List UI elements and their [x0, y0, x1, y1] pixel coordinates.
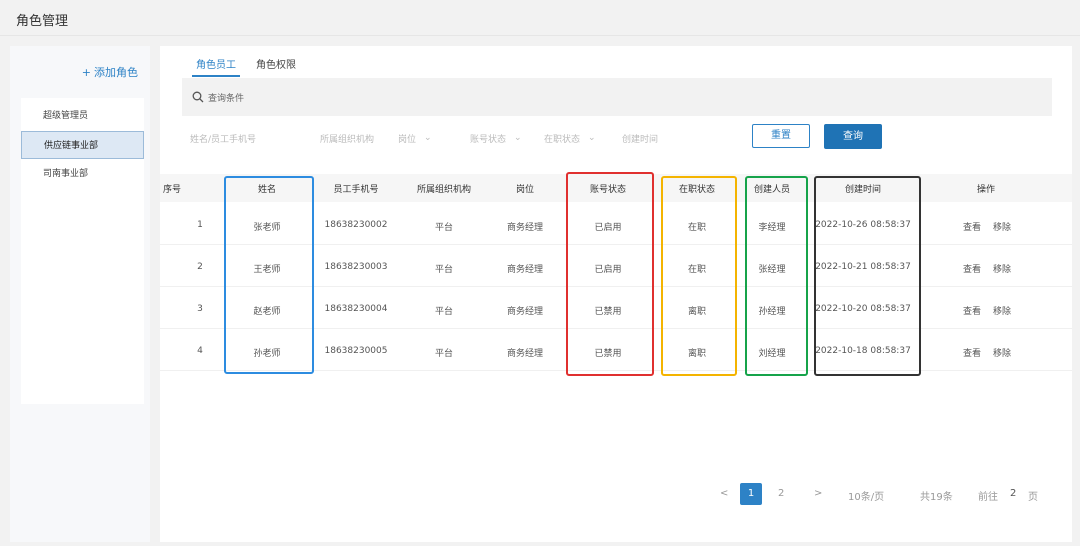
- goto-page-input[interactable]: 2: [1010, 488, 1016, 499]
- cell-index: 1: [197, 220, 203, 230]
- search-label: 查询条件: [208, 93, 245, 104]
- highlight-box-job-status: [661, 176, 737, 376]
- page-size-select[interactable]: 10条/页: [848, 488, 884, 503]
- view-link[interactable]: 查看: [963, 346, 981, 359]
- cell-org: 平台: [434, 349, 454, 359]
- cell-phone: 18638230004: [324, 304, 388, 314]
- col-header-org: 所属组织机构: [416, 185, 472, 195]
- role-item-sinan[interactable]: 司南事业部: [21, 160, 144, 188]
- cell-index: 2: [197, 262, 203, 272]
- remove-link[interactable]: 移除: [993, 346, 1011, 359]
- tab-role-permissions[interactable]: 角色权限: [252, 54, 300, 77]
- page-1-button[interactable]: 1: [740, 483, 762, 505]
- col-header-actions: 操作: [976, 185, 996, 195]
- add-role-button[interactable]: + 添加角色: [82, 64, 138, 80]
- role-list: 超级管理员 供应链事业部 司南事业部: [21, 98, 144, 404]
- tab-bar: 角色员工 角色权限: [192, 54, 300, 77]
- remove-link[interactable]: 移除: [993, 304, 1011, 317]
- role-item-super-admin[interactable]: 超级管理员: [21, 102, 144, 130]
- tab-role-staff[interactable]: 角色员工: [192, 54, 240, 77]
- page-title: 角色管理: [16, 14, 69, 29]
- goto-label: 前往: [978, 492, 998, 503]
- cell-post: 商务经理: [506, 307, 544, 317]
- next-page-button[interactable]: >: [814, 488, 822, 499]
- filter-placeholder: 岗位: [398, 134, 417, 145]
- highlight-box-account-status: [566, 172, 654, 376]
- org-input[interactable]: 所属组织机构: [320, 130, 374, 146]
- highlight-box-name: [224, 176, 314, 374]
- filter-placeholder: 姓名/员工手机号: [190, 134, 257, 145]
- main-content: 角色员工 角色权限 查询条件 姓名/员工手机号 所属组织机构 岗位 ⌄ 账号状态 ⌄…: [160, 46, 1072, 542]
- cell-phone: 18638230005: [324, 346, 388, 356]
- top-bar: 角色管理: [0, 0, 1080, 36]
- total-count-text: 共19条: [920, 492, 953, 503]
- cell-phone: 18638230003: [324, 262, 388, 272]
- highlight-box-creator: [745, 176, 808, 376]
- col-header-phone: 员工手机号: [333, 185, 379, 195]
- filter-placeholder: 在职状态: [544, 134, 581, 145]
- post-select[interactable]: 岗位 ⌄: [398, 130, 432, 146]
- name-phone-input[interactable]: 姓名/员工手机号: [190, 130, 256, 146]
- view-link[interactable]: 查看: [963, 304, 981, 317]
- role-item-label: 供应链事业部: [44, 141, 99, 151]
- filter-placeholder: 所属组织机构: [320, 134, 375, 145]
- created-time-input[interactable]: 创建时间: [622, 130, 658, 146]
- page-2-button[interactable]: 2: [778, 488, 784, 499]
- cell-post: 商务经理: [506, 265, 544, 275]
- remove-link[interactable]: 移除: [993, 262, 1011, 275]
- role-item-label: 司南事业部: [43, 169, 89, 179]
- role-sidebar: + 添加角色 超级管理员 供应链事业部 司南事业部: [10, 46, 150, 542]
- chevron-down-icon: ⌄: [514, 133, 522, 143]
- filter-placeholder: 账号状态: [470, 134, 507, 145]
- prev-page-button[interactable]: <: [720, 488, 728, 499]
- cell-index: 3: [197, 304, 203, 314]
- query-button[interactable]: 查询: [824, 124, 882, 149]
- col-header-index: 序号: [162, 185, 182, 195]
- account-status-select[interactable]: 账号状态 ⌄: [470, 130, 522, 146]
- filter-placeholder: 创建时间: [622, 134, 659, 145]
- reset-button[interactable]: 重置: [752, 124, 810, 148]
- cell-org: 平台: [434, 265, 454, 275]
- cell-post: 商务经理: [506, 349, 544, 359]
- cell-org: 平台: [434, 307, 454, 317]
- goto-unit: 页: [1028, 492, 1038, 503]
- total-count: 共19条: [920, 488, 953, 503]
- role-item-label: 超级管理员: [43, 111, 89, 121]
- cell-org: 平台: [434, 223, 454, 233]
- chevron-down-icon: ⌄: [588, 133, 596, 143]
- remove-link[interactable]: 移除: [993, 220, 1011, 233]
- search-conditions-bar[interactable]: 查询条件: [182, 78, 1052, 116]
- view-link[interactable]: 查看: [963, 220, 981, 233]
- filter-row: 姓名/员工手机号 所属组织机构 岗位 ⌄ 账号状态 ⌄ 在职状态 ⌄ 创建时间: [188, 126, 1048, 150]
- add-role-label: 添加角色: [94, 66, 138, 79]
- cell-index: 4: [197, 346, 203, 356]
- highlight-box-created-time: [814, 176, 921, 376]
- cell-post: 商务经理: [506, 223, 544, 233]
- search-icon: [192, 91, 204, 103]
- plus-icon: +: [81, 65, 91, 79]
- role-item-supply-chain[interactable]: 供应链事业部: [21, 131, 144, 159]
- view-link[interactable]: 查看: [963, 262, 981, 275]
- pagination: < 1 2 > 10条/页 共19条 前往 2 页: [160, 478, 1072, 508]
- job-status-select[interactable]: 在职状态 ⌄: [544, 130, 596, 146]
- cell-phone: 18638230002: [324, 220, 388, 230]
- chevron-down-icon: ⌄: [424, 133, 432, 143]
- col-header-post: 岗位: [515, 185, 535, 195]
